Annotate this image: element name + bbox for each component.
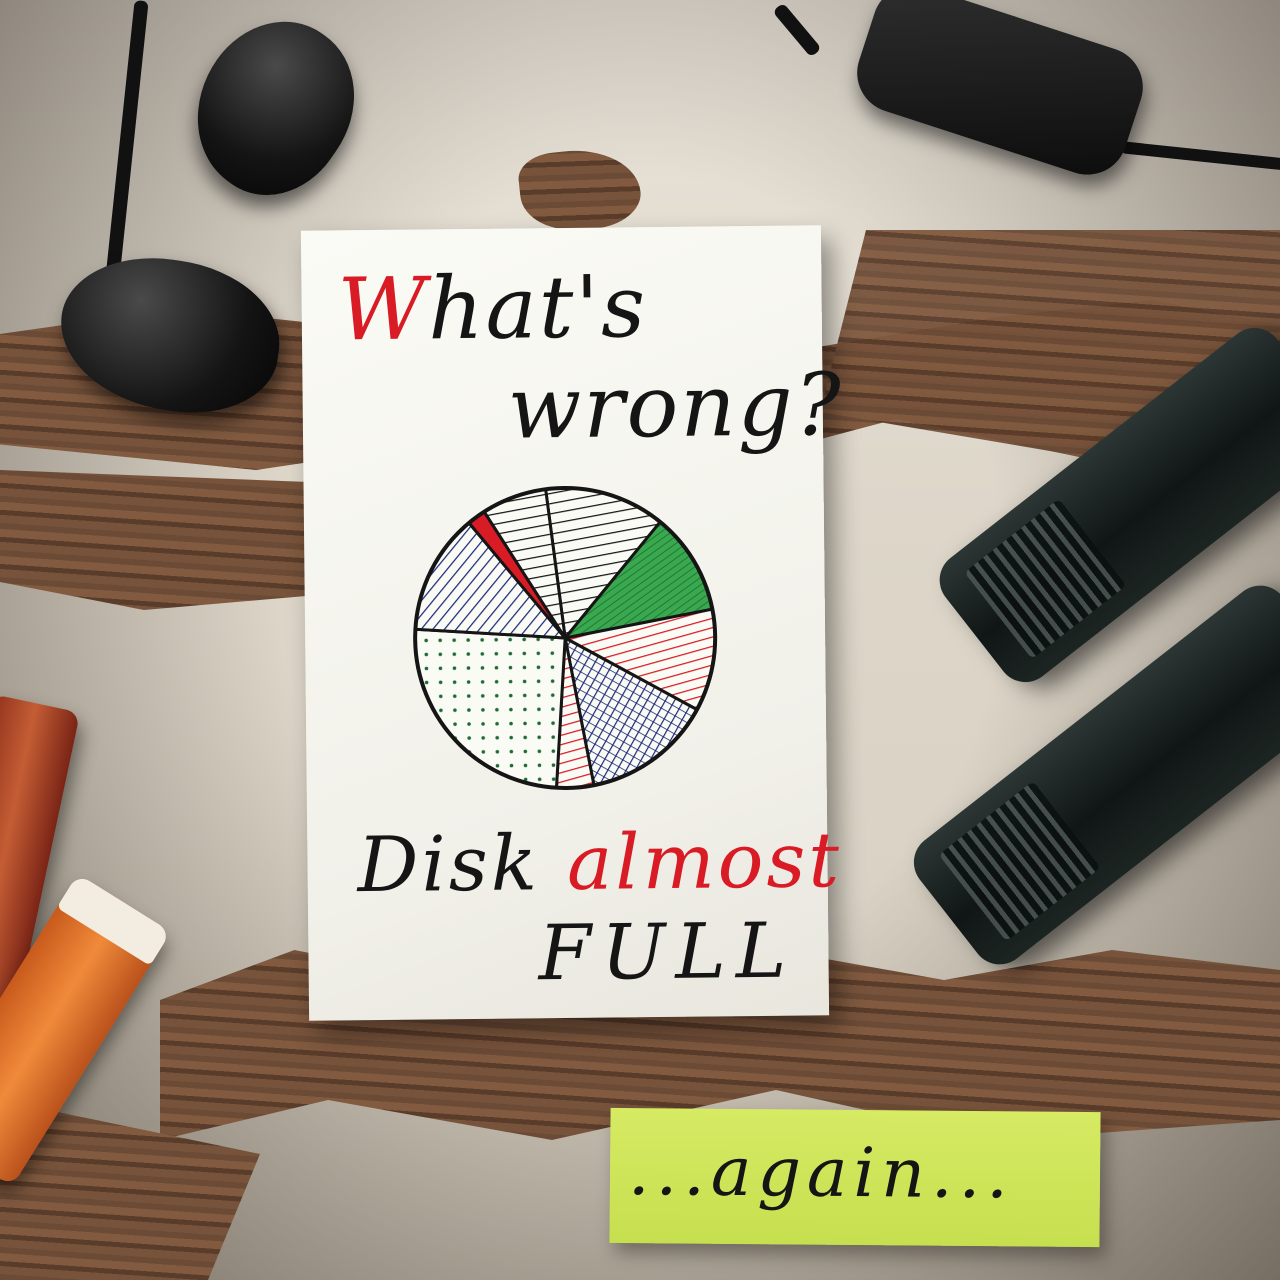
- card-line-wrong: wrong?: [507, 355, 844, 459]
- earphone-cable: [105, 0, 149, 280]
- sticky-note: ...again...: [609, 1107, 1101, 1248]
- earbud: [163, 0, 387, 223]
- pie-drawing: [413, 485, 718, 790]
- card-line-whats: What's: [337, 257, 648, 361]
- word-almost: almost: [566, 815, 843, 907]
- sticky-note-text: ...again...: [627, 1132, 1015, 1215]
- card-line-disk-almost: Disk almost: [357, 815, 842, 909]
- earphone-cable: [1119, 141, 1280, 171]
- pie-slice-6: [413, 627, 567, 790]
- word-disk: Disk: [357, 817, 568, 910]
- wood-patch: [516, 143, 644, 237]
- earphone-cable: [772, 2, 822, 58]
- card-line-full: FULL: [537, 905, 797, 998]
- table-background: What's wrong? Disk almost FULL ...again.…: [0, 0, 1280, 1280]
- handwritten-card: What's wrong? Disk almost FULL: [300, 225, 843, 1021]
- earphone-plug: [846, 0, 1154, 186]
